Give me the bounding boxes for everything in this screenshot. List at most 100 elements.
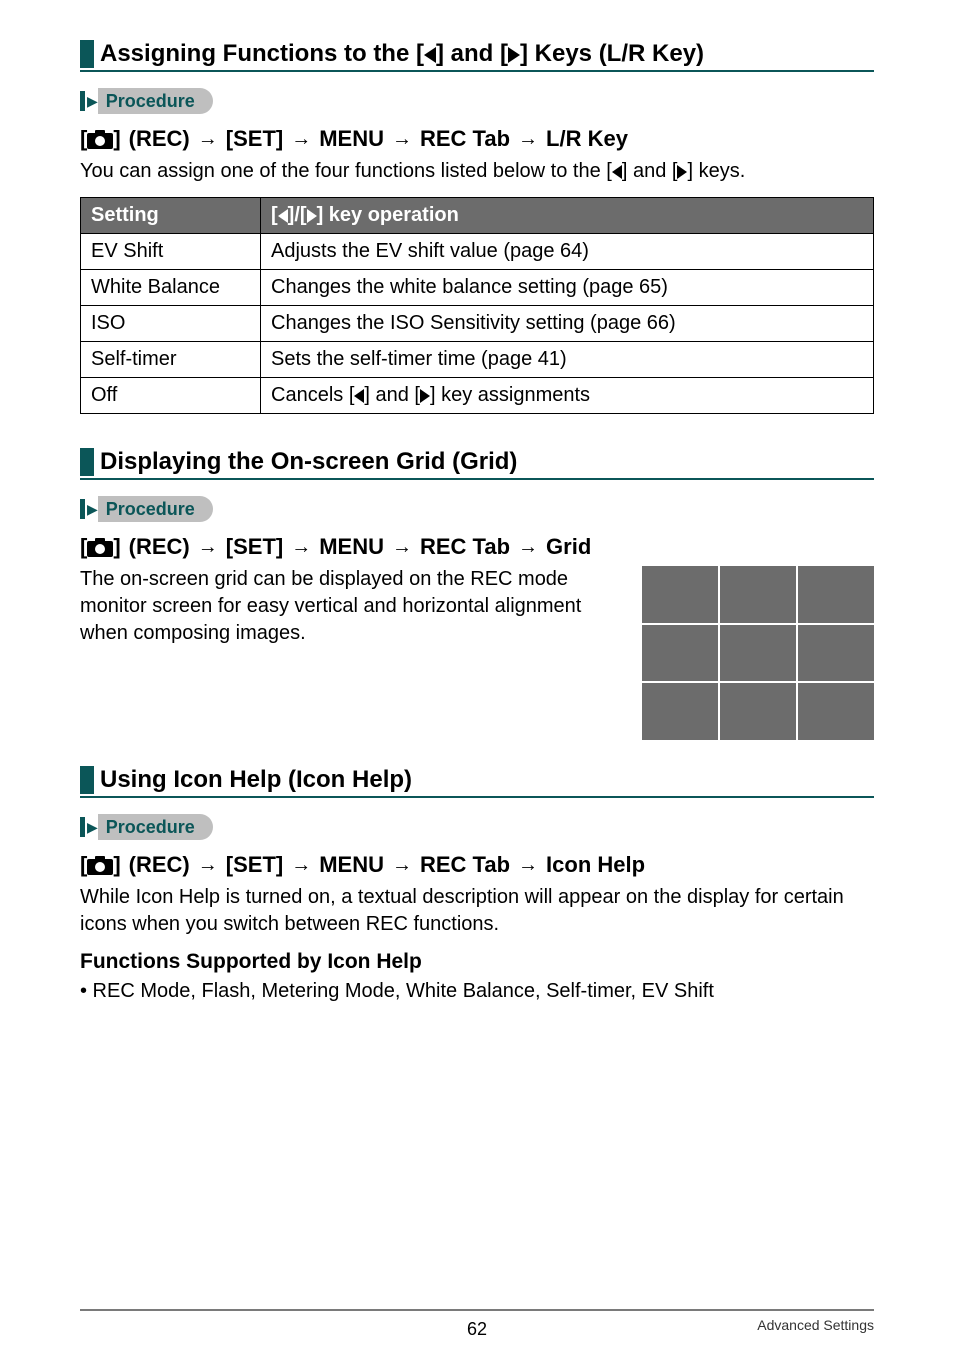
grid-cell [720, 625, 796, 682]
grid-cell [720, 683, 796, 740]
crumb-menu: MENU [319, 126, 384, 152]
iconhelp-bullet: • REC Mode, Flash, Metering Mode, White … [80, 978, 874, 1005]
grid-cell [798, 683, 874, 740]
th-operation: []/[] key operation [261, 198, 874, 234]
cell-op: Cancels [] and [] key assignments [261, 378, 874, 414]
procedure-pill-wrap: ▶ Procedure [80, 88, 874, 114]
arrow-icon: → [291, 129, 311, 149]
arrow-icon: → [198, 855, 218, 875]
triangle-right-icon [420, 389, 430, 403]
crumb-set: [SET] [226, 126, 283, 152]
crumb-set: [SET] [226, 852, 283, 878]
breadcrumb-lrkey: [] (REC) → [SET] → MENU → REC Tab → L/R … [80, 126, 874, 152]
table-row: Off Cancels [] and [] key assignments [81, 378, 874, 414]
crumb-target: Grid [546, 534, 591, 560]
section-bar-icon [80, 40, 94, 68]
triangle-left-icon [612, 165, 622, 179]
arrow-icon: → [291, 855, 311, 875]
camera-bracket: [] [80, 852, 121, 878]
section-title: Using Icon Help (Icon Help) [100, 766, 412, 794]
section-heading-grid: Displaying the On-screen Grid (Grid) [80, 448, 874, 480]
section-heading-lrkey: Assigning Functions to the [] and [] Key… [80, 40, 874, 72]
grid-cell [798, 566, 874, 623]
crumb-menu: MENU [319, 852, 384, 878]
settings-table: Setting []/[] key operation EV Shift Adj… [80, 197, 874, 414]
iconhelp-subhead: Functions Supported by Icon Help [80, 950, 874, 974]
crumb-rec: (REC) [129, 852, 190, 878]
crumb-target: Icon Help [546, 852, 645, 878]
procedure-arrow-icon: ▶ [87, 501, 98, 518]
triangle-left-icon [278, 209, 288, 223]
procedure-tick-icon [80, 817, 85, 837]
cell-op: Adjusts the EV shift value (page 64) [261, 234, 874, 270]
arrow-icon: → [291, 537, 311, 557]
grid-cell [798, 625, 874, 682]
crumb-target: L/R Key [546, 126, 628, 152]
cell-setting: White Balance [81, 270, 261, 306]
breadcrumb-grid: [] (REC) → [SET] → MENU → REC Tab → Grid [80, 534, 874, 560]
table-row: EV Shift Adjusts the EV shift value (pag… [81, 234, 874, 270]
th-setting: Setting [81, 198, 261, 234]
cell-setting: Off [81, 378, 261, 414]
iconhelp-body: While Icon Help is turned on, a textual … [80, 884, 874, 938]
triangle-left-icon [424, 47, 436, 63]
section-heading-iconhelp: Using Icon Help (Icon Help) [80, 766, 874, 798]
table-header-row: Setting []/[] key operation [81, 198, 874, 234]
section-bar-icon [80, 448, 94, 476]
arrow-icon: → [518, 129, 538, 149]
arrow-icon: → [518, 855, 538, 875]
section-title: Assigning Functions to the [] and [] Key… [100, 40, 704, 68]
triangle-right-icon [508, 47, 520, 63]
camera-icon [87, 130, 113, 149]
table-row: ISO Changes the ISO Sensitivity setting … [81, 306, 874, 342]
camera-icon [87, 856, 113, 875]
page: Assigning Functions to the [] and [] Key… [0, 0, 954, 1357]
triangle-right-icon [307, 209, 317, 223]
procedure-pill-wrap: ▶ Procedure [80, 496, 874, 522]
lrkey-intro: You can assign one of the four functions… [80, 158, 874, 185]
arrow-icon: → [518, 537, 538, 557]
crumb-rec: (REC) [129, 126, 190, 152]
cell-setting: Self-timer [81, 342, 261, 378]
camera-icon [87, 538, 113, 557]
procedure-arrow-icon: ▶ [87, 819, 98, 836]
procedure-label: Procedure [98, 814, 213, 840]
crumb-set: [SET] [226, 534, 283, 560]
crumb-rec: (REC) [129, 534, 190, 560]
grid-content-row: The on-screen grid can be displayed on t… [80, 566, 874, 740]
grid-cell [642, 625, 718, 682]
grid-cell [720, 566, 796, 623]
camera-bracket: [] [80, 126, 121, 152]
procedure-label: Procedure [98, 496, 213, 522]
cell-op: Sets the self-timer time (page 41) [261, 342, 874, 378]
cell-op: Changes the white balance setting (page … [261, 270, 874, 306]
grid-illustration [642, 566, 874, 740]
procedure-label: Procedure [98, 88, 213, 114]
arrow-icon: → [392, 129, 412, 149]
grid-cell [642, 683, 718, 740]
triangle-left-icon [354, 389, 364, 403]
section-title: Displaying the On-screen Grid (Grid) [100, 448, 517, 476]
procedure-pill-wrap: ▶ Procedure [80, 814, 874, 840]
arrow-icon: → [198, 129, 218, 149]
camera-bracket: [] [80, 534, 121, 560]
section-bar-icon [80, 766, 94, 794]
procedure-tick-icon [80, 499, 85, 519]
grid-body: The on-screen grid can be displayed on t… [80, 566, 622, 647]
table-row: White Balance Changes the white balance … [81, 270, 874, 306]
cell-setting: EV Shift [81, 234, 261, 270]
triangle-right-icon [677, 165, 687, 179]
arrow-icon: → [198, 537, 218, 557]
page-footer: 62 Advanced Settings [80, 1309, 874, 1333]
crumb-rectab: REC Tab [420, 126, 510, 152]
page-number: 62 [80, 1319, 874, 1340]
cell-setting: ISO [81, 306, 261, 342]
crumb-rectab: REC Tab [420, 534, 510, 560]
breadcrumb-iconhelp: [] (REC) → [SET] → MENU → REC Tab → Icon… [80, 852, 874, 878]
grid-cell [642, 566, 718, 623]
procedure-arrow-icon: ▶ [87, 93, 98, 110]
arrow-icon: → [392, 537, 412, 557]
table-row: Self-timer Sets the self-timer time (pag… [81, 342, 874, 378]
cell-op: Changes the ISO Sensitivity setting (pag… [261, 306, 874, 342]
arrow-icon: → [392, 855, 412, 875]
